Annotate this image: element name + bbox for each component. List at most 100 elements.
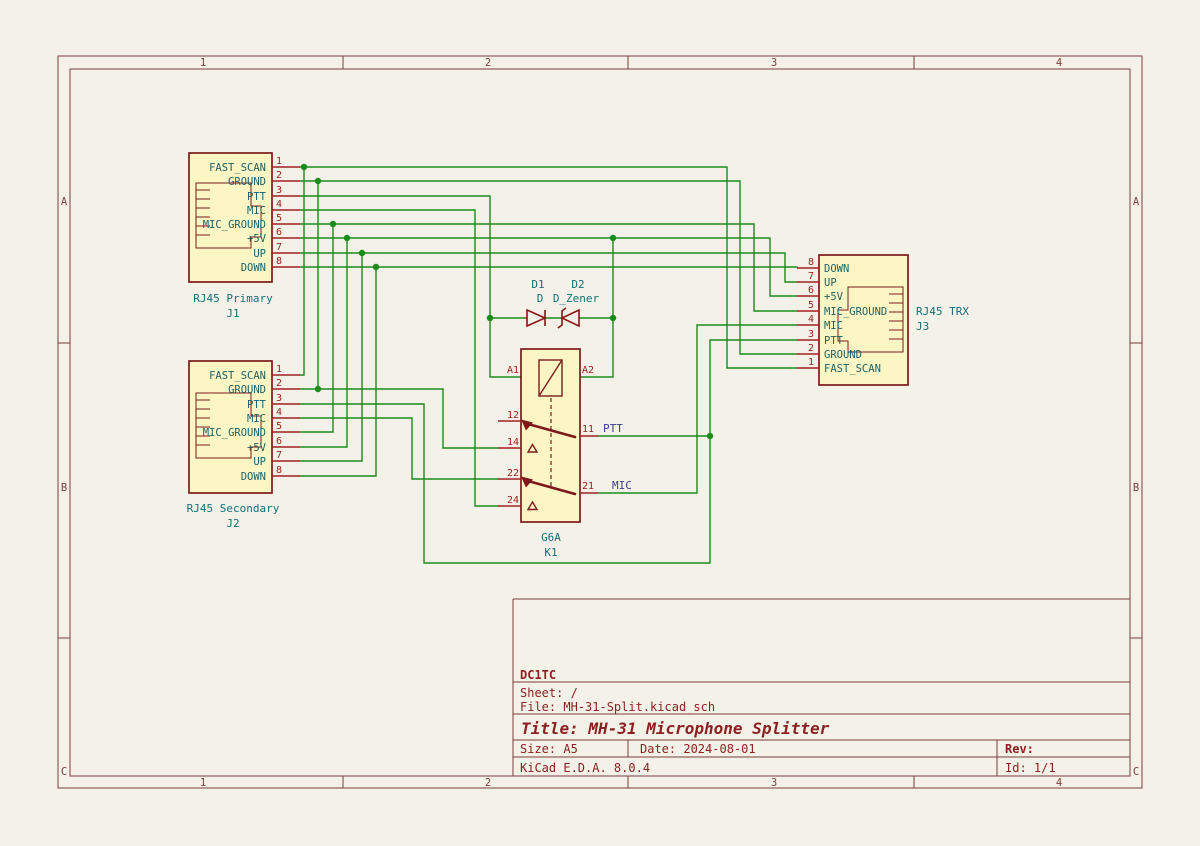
j2-pin-name: PTT xyxy=(247,399,267,411)
j3-pin-number: 1 xyxy=(808,357,814,368)
j3-pin-number: 8 xyxy=(808,257,814,268)
j1-pin-name: GROUND xyxy=(228,176,266,188)
diode-symbol-icon[interactable] xyxy=(527,310,545,326)
grid-col-label: 3 xyxy=(771,57,777,69)
k1-reference[interactable]: K1 xyxy=(544,546,557,559)
j1-pin-number: 6 xyxy=(276,227,282,238)
grid-col-label: 4 xyxy=(1056,777,1062,789)
grid-row-label: A xyxy=(1133,196,1140,208)
j2-pin-number: 4 xyxy=(276,407,282,418)
junction-dot xyxy=(315,386,321,392)
diode-d1[interactable]: D1 D xyxy=(527,278,545,326)
k1-value[interactable]: G6A xyxy=(541,531,561,544)
junction-dot xyxy=(344,235,350,241)
j3-pin-number: 5 xyxy=(808,300,814,311)
grid-row-label: C xyxy=(1133,766,1139,778)
j2-pin-number: 2 xyxy=(276,378,282,389)
wire-mic-relay21-j3[interactable] xyxy=(598,325,797,493)
grid-row-label: A xyxy=(61,196,68,208)
relay-k1[interactable]: A1 A2 12 14 22 24 11 21 PTT MIC G6A K1 xyxy=(498,349,632,559)
connector-j2[interactable]: 1 2 3 4 5 6 7 8 FAST_SCAN GROUND PTT MIC… xyxy=(187,361,300,530)
j2-value[interactable]: RJ45 Secondary xyxy=(187,502,280,515)
grid-col-label: 2 xyxy=(485,57,491,69)
j1-pin-number: 1 xyxy=(276,156,282,167)
schematic-page: 1 2 3 4 1 2 3 4 A B C A B C DC1TC Sheet:… xyxy=(0,0,1200,846)
j2-pin-name: DOWN xyxy=(241,471,266,483)
d2-reference[interactable]: D2 xyxy=(571,278,584,291)
j2-pin-number: 8 xyxy=(276,465,282,476)
wire-5v-coil-a2[interactable] xyxy=(580,238,613,377)
junction-dot xyxy=(487,315,493,321)
j1-pin-name: UP xyxy=(253,248,266,260)
j3-pin-name: MIC_GROUND xyxy=(824,306,887,318)
k1-pin-14: 14 xyxy=(507,437,519,448)
j1-pin-name: DOWN xyxy=(241,262,266,274)
grid-col-label: 3 xyxy=(771,777,777,789)
wire-down-j1-j2[interactable] xyxy=(300,267,376,476)
j3-pin-number: 7 xyxy=(808,271,814,282)
j3-reference[interactable]: J3 xyxy=(916,320,929,333)
j2-pin-number: 6 xyxy=(276,436,282,447)
tool-version: KiCad E.D.A. 8.0.4 xyxy=(520,761,650,775)
k1-pin-a1: A1 xyxy=(507,365,519,376)
junction-dot xyxy=(359,250,365,256)
file-field: File: MH-31-Split.kicad_sch xyxy=(520,700,715,714)
k1-pin-12: 12 xyxy=(507,410,519,421)
junction-dot xyxy=(610,315,616,321)
junction-dot xyxy=(610,235,616,241)
j1-pin-name: MIC_GROUND xyxy=(203,219,266,231)
schematic-title: Title: MH-31 Microphone Splitter xyxy=(521,719,830,738)
j1-pin-name: PTT xyxy=(247,191,267,203)
j1-pin-name: FAST_SCAN xyxy=(209,162,266,174)
d1-value[interactable]: D xyxy=(537,292,544,305)
junction-dot xyxy=(330,221,336,227)
junction-dot xyxy=(373,264,379,270)
net-label-mic[interactable]: MIC xyxy=(612,479,632,492)
j2-pin-name: +5V xyxy=(247,442,267,454)
j1-pin-number: 4 xyxy=(276,199,282,210)
size-field: Size: A5 xyxy=(520,742,578,756)
j2-pin-name: FAST_SCAN xyxy=(209,370,266,382)
junction-dot xyxy=(707,433,713,439)
j2-pin-number: 3 xyxy=(276,393,282,404)
grid-col-label: 1 xyxy=(200,777,206,789)
zener-symbol-icon[interactable] xyxy=(562,310,579,326)
grid-col-label: 4 xyxy=(1056,57,1062,69)
d1-reference[interactable]: D1 xyxy=(531,278,544,291)
j1-value[interactable]: RJ45 Primary xyxy=(193,292,273,305)
j3-pin-name: UP xyxy=(824,277,837,289)
j3-pin-name: +5V xyxy=(824,291,844,303)
j3-pin-number: 6 xyxy=(808,285,814,296)
diode-d2[interactable]: D2 D_Zener xyxy=(553,278,600,328)
connector-j1[interactable]: 1 2 3 4 5 6 7 8 FAST_SCAN GROUND PTT MIC… xyxy=(189,153,300,320)
wire-up-j1-j2[interactable] xyxy=(300,253,362,461)
grid-row-label: C xyxy=(61,766,67,778)
j1-pin-number: 5 xyxy=(276,213,282,224)
j2-pin-name: MIC_GROUND xyxy=(203,427,266,439)
j1-pin-number: 3 xyxy=(276,185,282,196)
d2-value[interactable]: D_Zener xyxy=(553,292,600,305)
k1-pin-a2: A2 xyxy=(582,365,594,376)
j3-pin-name: PTT xyxy=(824,335,844,347)
k1-pin-21: 21 xyxy=(582,481,594,492)
j2-pin-number: 5 xyxy=(276,421,282,432)
wire-fastscan-j1-j2[interactable] xyxy=(300,167,304,375)
j1-pin-name: +5V xyxy=(247,233,267,245)
grid-col-label: 1 xyxy=(200,57,206,69)
schematic-canvas[interactable]: 1 2 3 4 1 2 3 4 A B C A B C DC1TC Sheet:… xyxy=(0,0,1200,846)
j1-reference[interactable]: J1 xyxy=(226,307,239,320)
j1-pin-name: MIC xyxy=(247,205,266,217)
net-label-ptt[interactable]: PTT xyxy=(603,422,623,435)
j2-reference[interactable]: J2 xyxy=(226,517,239,530)
j3-value[interactable]: RJ45 TRX xyxy=(916,305,969,318)
j2-pin-number: 7 xyxy=(276,450,282,461)
j3-pin-name: MIC xyxy=(824,320,843,332)
company-name: DC1TC xyxy=(520,668,556,682)
j3-pin-name: DOWN xyxy=(824,263,849,275)
j3-pin-number: 2 xyxy=(808,343,814,354)
wire-micground-j1-j2[interactable] xyxy=(300,224,333,432)
rev-field: Rev: xyxy=(1005,742,1034,756)
connector-j3[interactable]: 8 7 6 5 4 3 2 1 DOWN UP +5V MIC_GROUND M… xyxy=(797,255,969,385)
j2-pin-name: MIC xyxy=(247,413,266,425)
wire-5v-j1-j2[interactable] xyxy=(300,238,347,447)
